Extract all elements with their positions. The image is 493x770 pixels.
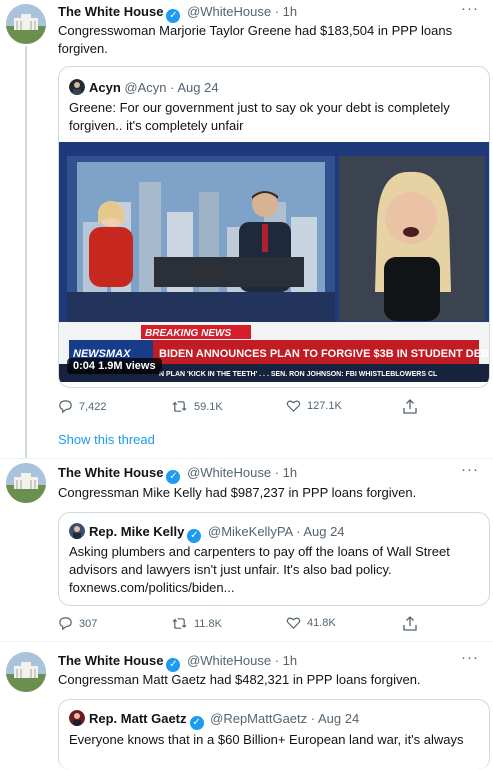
quote-handle[interactable]: @RepMattGaetz — [210, 711, 307, 726]
quote-link[interactable]: foxnews.com/politics/biden... — [69, 579, 479, 597]
author-name[interactable]: The White House — [58, 465, 163, 480]
tweet-header: The White House ✓ @WhiteHouse · 1h — [58, 653, 297, 672]
retweet-count: 11.8K — [194, 617, 222, 630]
more-options-icon[interactable]: ··· — [461, 0, 479, 17]
retweet-icon — [171, 399, 188, 414]
quote-time[interactable]: · Aug 24 — [296, 524, 344, 539]
heart-icon — [286, 616, 301, 630]
breaking-news-label: BREAKING NEWS — [145, 328, 231, 339]
more-options-icon[interactable]: ··· — [461, 649, 479, 666]
reply-count: 7,422 — [79, 400, 107, 413]
tweet-text: Congressman Matt Gaetz had $482,321 in P… — [58, 672, 421, 687]
share-button[interactable] — [403, 399, 417, 414]
retweet-icon — [171, 616, 188, 631]
quote-text: Greene: For our government just to say o… — [69, 100, 450, 133]
quote-handle[interactable]: @MikeKellyPA — [208, 524, 292, 539]
author-handle[interactable]: @WhiteHouse — [187, 465, 271, 480]
quote-header: Rep. Matt Gaetz ✓ @RepMattGaetz · Aug 24 — [69, 710, 359, 730]
video-headline: BIDEN ANNOUNCES PLAN TO FORGIVE $3B IN S… — [159, 348, 489, 360]
verified-icon: ✓ — [166, 470, 181, 484]
like-count: 127.1K — [307, 400, 342, 412]
tweet-header: The White House ✓ @WhiteHouse · 1h — [58, 465, 297, 484]
retweet-button[interactable]: 11.8K — [171, 616, 222, 631]
author-handle[interactable]: @WhiteHouse — [187, 4, 271, 19]
quote-time[interactable]: · Aug 24 — [311, 711, 359, 726]
reply-count: 307 — [79, 617, 98, 630]
quote-avatar — [69, 710, 85, 726]
show-thread-link[interactable]: Show this thread — [58, 432, 155, 447]
quote-header: Acyn @Acyn · Aug 24 — [69, 79, 219, 96]
retweet-button[interactable]: 59.1K — [171, 399, 223, 414]
video-frame: BREAKING NEWS NEWSMAX BIDEN ANNOUNCES PL… — [59, 142, 489, 382]
video-ticker: N PLAN 'KICK IN THE TEETH' . . . SEN. RO… — [159, 371, 438, 378]
tweet-3[interactable]: The White House ✓ @WhiteHouse · 1h ··· Co… — [0, 642, 493, 770]
action-bar: 7,422 59.1K 127.1K — [58, 399, 438, 417]
share-button[interactable] — [403, 616, 417, 631]
share-icon — [403, 616, 417, 631]
action-bar: 307 11.8K 41.8K — [58, 616, 438, 634]
tweet-1[interactable]: The White House ✓ @WhiteHouse · 1h ··· Co… — [0, 0, 493, 458]
quote-author[interactable]: Rep. Matt Gaetz — [89, 711, 187, 726]
quote-author[interactable]: Acyn — [89, 80, 121, 95]
reply-icon — [58, 399, 73, 414]
tweet-2[interactable]: The White House ✓ @WhiteHouse · 1h ··· Co… — [0, 459, 493, 641]
quote-header: Rep. Mike Kelly ✓ @MikeKellyPA · Aug 24 — [69, 523, 345, 543]
thread-line — [25, 46, 27, 458]
author-name[interactable]: The White House — [58, 4, 163, 19]
like-count: 41.8K — [307, 617, 336, 629]
author-name[interactable]: The White House — [58, 653, 163, 668]
tweet-text: Congressman Mike Kelly had $987,237 in P… — [58, 485, 417, 500]
quote-author[interactable]: Rep. Mike Kelly — [89, 524, 184, 539]
reply-button[interactable]: 307 — [58, 616, 97, 631]
video-stats-badge: 0:04 1.9M views — [67, 358, 162, 374]
verified-icon: ✓ — [187, 529, 202, 543]
verified-icon: ✓ — [189, 716, 204, 730]
view-count: 1.9M views — [98, 360, 156, 372]
quote-text: Everyone knows that in a $60 Billion+ Eu… — [69, 732, 464, 747]
quote-handle[interactable]: @Acyn — [124, 80, 166, 95]
quoted-tweet[interactable]: Acyn @Acyn · Aug 24 Greene: For our gove… — [58, 66, 490, 388]
author-handle[interactable]: @WhiteHouse — [187, 653, 271, 668]
verified-icon: ✓ — [166, 9, 181, 23]
share-icon — [403, 399, 417, 414]
quote-avatar — [69, 523, 85, 539]
retweet-count: 59.1K — [194, 400, 223, 413]
quoted-tweet[interactable]: Rep. Mike Kelly ✓ @MikeKellyPA · Aug 24 A… — [58, 512, 490, 606]
video-duration: 0:04 — [73, 360, 96, 372]
like-button[interactable]: 127.1K — [286, 399, 342, 413]
quote-body: Asking plumbers and carpenters to pay of… — [69, 544, 450, 577]
like-button[interactable]: 41.8K — [286, 616, 336, 630]
tweet-header: The White House ✓ @WhiteHouse · 1h — [58, 4, 297, 23]
quoted-tweet[interactable]: Rep. Matt Gaetz ✓ @RepMattGaetz · Aug 24 … — [58, 699, 490, 770]
reply-icon — [58, 616, 73, 631]
tweet-text: Congresswoman Marjorie Taylor Greene had… — [58, 23, 453, 56]
avatar[interactable] — [6, 4, 46, 44]
more-options-icon[interactable]: ··· — [461, 461, 479, 478]
quote-time[interactable]: · Aug 24 — [170, 80, 218, 95]
verified-icon: ✓ — [166, 658, 181, 672]
video-player[interactable]: BREAKING NEWS NEWSMAX BIDEN ANNOUNCES PL… — [59, 142, 489, 382]
timestamp[interactable]: · 1h — [275, 465, 297, 480]
reply-button[interactable]: 7,422 — [58, 399, 107, 414]
avatar[interactable] — [6, 652, 46, 692]
quote-avatar — [69, 79, 85, 95]
heart-icon — [286, 399, 301, 413]
avatar[interactable] — [6, 463, 46, 503]
timestamp[interactable]: · 1h — [275, 653, 297, 668]
timestamp[interactable]: · 1h — [275, 4, 297, 19]
quote-text: Asking plumbers and carpenters to pay of… — [69, 543, 479, 597]
